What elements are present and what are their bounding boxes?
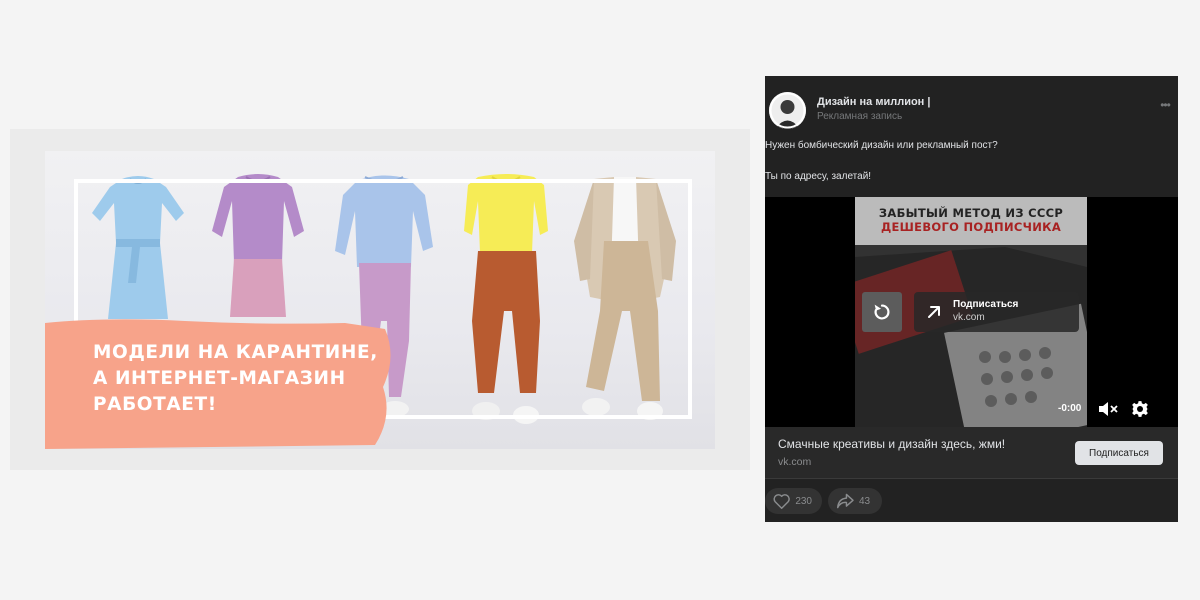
snippet-domain: vk.com — [778, 456, 812, 468]
share-button[interactable]: 43 — [828, 488, 882, 514]
vk-post-card: Дизайн на миллион | Рекламная запись •••… — [765, 76, 1178, 522]
avatar-image — [769, 92, 806, 129]
headline-line-1: МОДЕЛИ НА КАРАНТИНЕ, — [93, 342, 378, 363]
promo-banner: МОДЕЛИ НА КАРАНТИНЕ, А ИНТЕРНЕТ-МАГАЗИН … — [10, 129, 750, 470]
post-text-line-1: Нужен бомбический дизайн или рекламный п… — [765, 140, 998, 151]
snippet-title[interactable]: Смачные креативы и дизайн здесь, жми! — [778, 437, 1005, 451]
share-arrow-icon — [837, 493, 854, 509]
like-button[interactable]: 230 — [765, 488, 822, 514]
ad-label: Рекламная запись — [817, 111, 903, 122]
avatar[interactable] — [769, 92, 806, 129]
subscribe-button[interactable]: Подписаться — [1075, 441, 1163, 465]
headline-line-3: РАБОТАЕТ! — [93, 394, 217, 415]
arrow-up-right-icon — [928, 306, 940, 318]
cta-domain: vk.com — [953, 312, 985, 323]
link-snippet[interactable]: Смачные креативы и дизайн здесь, жми! vk… — [765, 427, 1178, 479]
replay-icon — [874, 304, 890, 320]
video-time: -0:00 — [1058, 403, 1082, 414]
video-player[interactable]: ЗАБЫТЫЙ МЕТОД ИЗ СССР ДЕШЕВОГО ПОДПИСЧИК… — [765, 197, 1178, 427]
mute-icon[interactable] — [1098, 401, 1118, 417]
banner-headline: МОДЕЛИ НА КАРАНТИНЕ, А ИНТЕРНЕТ-МАГАЗИН … — [93, 340, 393, 418]
post-text-line-2: Ты по адресу, залетай! — [765, 171, 872, 182]
more-options-icon[interactable]: ••• — [1158, 98, 1172, 112]
headline-line-2: А ИНТЕРНЕТ-МАГАЗИН — [93, 368, 346, 389]
like-count: 230 — [795, 495, 812, 507]
cta-title: Подписаться — [953, 299, 1019, 310]
share-count: 43 — [859, 495, 871, 507]
video-subscribe-cta[interactable]: Подписаться vk.com — [914, 292, 1079, 332]
author-name[interactable]: Дизайн на миллион | — [817, 96, 930, 108]
settings-gear-icon[interactable] — [1131, 400, 1149, 418]
heart-icon — [773, 494, 790, 509]
replay-button[interactable] — [862, 292, 902, 332]
